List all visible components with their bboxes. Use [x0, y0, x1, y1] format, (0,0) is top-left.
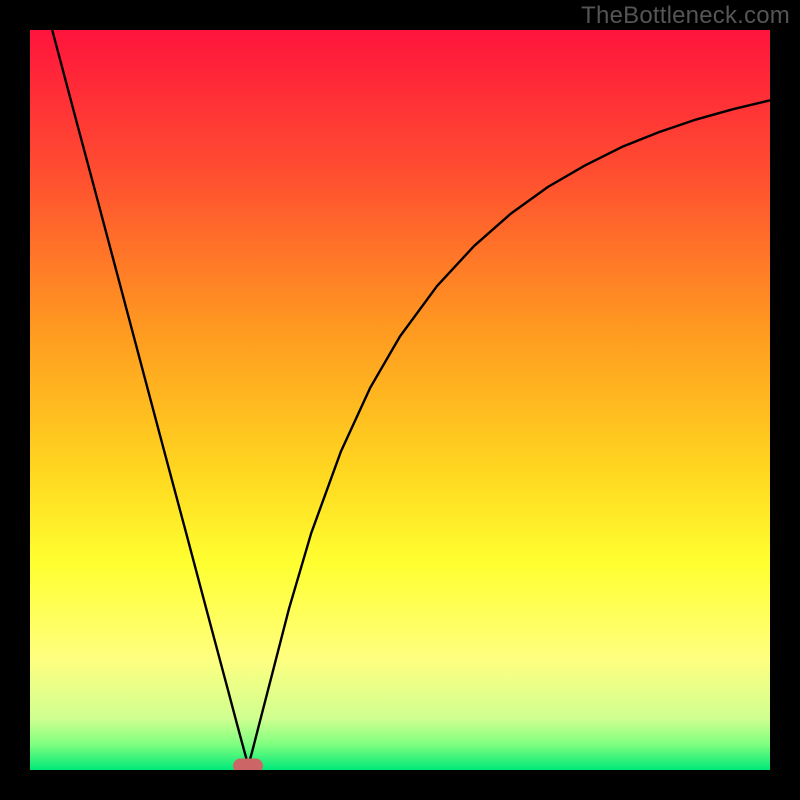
plot-area — [30, 30, 770, 770]
gradient-background — [30, 30, 770, 770]
optimum-marker — [233, 758, 263, 770]
plot-svg — [30, 30, 770, 770]
watermark-text: TheBottleneck.com — [581, 2, 790, 30]
chart-frame: TheBottleneck.com — [0, 0, 800, 800]
